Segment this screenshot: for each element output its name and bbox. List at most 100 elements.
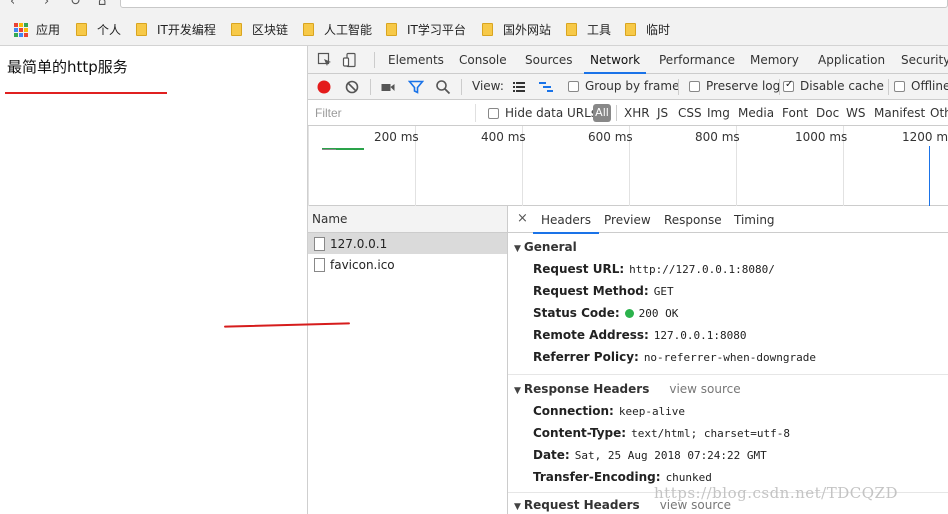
header-key: Referrer Policy: (533, 350, 639, 364)
request-list-header[interactable]: Name (308, 206, 507, 233)
tab-response[interactable]: Response (664, 213, 722, 227)
bookmark-folder[interactable]: IT开发编程 (136, 21, 216, 38)
disable-cache-checkbox[interactable]: Disable cache (783, 79, 884, 93)
browser-top-strip: ‹ › ↻ ⌂ (0, 0, 948, 10)
header-row: Date: Sat, 25 Aug 2018 07:24:22 GMT (508, 444, 948, 466)
tab-application[interactable]: Application (818, 53, 885, 67)
tab-memory[interactable]: Memory (750, 53, 799, 67)
request-row[interactable]: favicon.ico (308, 254, 507, 275)
filter-type-media[interactable]: Media (738, 106, 774, 120)
bookmark-folder[interactable]: 个人 (76, 21, 121, 38)
filter-input[interactable] (312, 104, 476, 122)
tab-sources[interactable]: Sources (525, 53, 572, 67)
header-row: Request Method: GET (508, 280, 948, 302)
filter-type-xhr[interactable]: XHR (624, 106, 650, 120)
bookmark-label: 临时 (646, 23, 671, 37)
device-toolbar-icon[interactable] (342, 52, 358, 68)
filter-type-js[interactable]: JS (657, 106, 668, 120)
offline-checkbox[interactable]: Offline (894, 79, 948, 93)
group-by-frame-checkbox[interactable]: Group by frame (568, 79, 679, 93)
tab-elements[interactable]: Elements (388, 53, 444, 67)
record-icon[interactable] (316, 79, 332, 95)
filter-type-all[interactable]: All (593, 104, 611, 122)
filter-type-doc[interactable]: Doc (816, 106, 839, 120)
checkbox-icon (894, 80, 905, 92)
bookmark-folder[interactable]: IT学习平台 (386, 21, 466, 38)
search-icon[interactable] (435, 79, 451, 95)
folder-icon (625, 23, 636, 36)
toolbar-separator (678, 79, 679, 95)
hide-data-urls-checkbox[interactable]: Hide data URLs (488, 106, 597, 120)
apps-grid-icon (14, 22, 28, 37)
folder-icon (231, 23, 242, 36)
tab-console[interactable]: Console (459, 53, 507, 67)
back-arrow-icon[interactable]: ‹ (10, 0, 15, 9)
folder-icon (482, 23, 493, 36)
folder-icon (136, 23, 147, 36)
reload-icon[interactable]: ↻ (70, 0, 81, 9)
home-icon[interactable]: ⌂ (98, 0, 106, 9)
request-detail-panel: × Headers Preview Response Timing ▼ Gener… (508, 206, 948, 514)
filter-type-font[interactable]: Font (782, 106, 808, 120)
address-bar[interactable] (120, 0, 948, 8)
network-overview-timeline[interactable]: 200 ms 400 ms 600 ms 800 ms 1000 ms 1200… (308, 126, 948, 206)
response-headers-toggle[interactable]: ▼ Response Headers view source (508, 379, 948, 400)
tab-security[interactable]: Security (901, 53, 948, 67)
section-title: Response Headers (523, 382, 650, 396)
preserve-log-checkbox[interactable]: Preserve log (689, 79, 780, 93)
filter-type-other[interactable]: Oth (930, 106, 948, 120)
header-row: Referrer Policy: no-referrer-when-downgra… (508, 346, 948, 368)
bookmark-folder[interactable]: 人工智能 (303, 21, 372, 38)
bookmark-label: 个人 (97, 23, 122, 37)
general-section-toggle[interactable]: ▼ General (508, 237, 948, 258)
tab-preview[interactable]: Preview (604, 213, 651, 227)
header-key: Transfer-Encoding: (533, 470, 661, 484)
header-value: text/html; charset=utf-8 (631, 427, 791, 440)
forward-arrow-icon[interactable]: › (44, 0, 49, 9)
header-key: Request URL: (533, 262, 625, 276)
view-source-link[interactable]: view source (669, 382, 740, 396)
tab-timing[interactable]: Timing (734, 213, 775, 227)
bookmark-folder[interactable]: 临时 (625, 21, 670, 38)
response-headers-section: ▼ Response Headers view source Connection:… (508, 375, 948, 493)
request-row[interactable]: 127.0.0.1 (308, 233, 507, 254)
timeline-tick-label: 800 ms (695, 130, 740, 144)
expand-triangle-icon: ▼ (514, 502, 521, 512)
header-value: chunked (665, 471, 712, 484)
capture-screenshots-icon[interactable] (380, 79, 396, 95)
filter-type-manifest[interactable]: Manifest (874, 106, 925, 120)
toolbar-separator (461, 79, 462, 95)
header-key: Content-Type: (533, 426, 627, 440)
filter-type-ws[interactable]: WS (846, 106, 865, 120)
large-rows-icon[interactable] (511, 79, 527, 95)
clear-icon[interactable] (344, 79, 360, 95)
bookmark-folder[interactable]: 工具 (566, 21, 611, 38)
timeline-load-marker (929, 146, 930, 206)
bookmark-folder[interactable]: 国外网站 (482, 21, 551, 38)
close-icon[interactable]: × (517, 211, 528, 226)
request-list: Name 127.0.0.1 favicon.ico (308, 206, 508, 514)
filter-icon[interactable] (408, 79, 424, 95)
view-label: View: (472, 79, 504, 93)
checkbox-checked-icon (783, 79, 794, 92)
document-icon (314, 257, 325, 272)
folder-icon (566, 23, 577, 36)
filter-type-css[interactable]: CSS (678, 106, 702, 120)
tab-headers[interactable]: Headers (533, 213, 599, 234)
tab-network[interactable]: Network (583, 53, 647, 74)
toolbar-separator (779, 79, 780, 95)
filter-type-img[interactable]: Img (707, 106, 730, 120)
request-name: 127.0.0.1 (330, 236, 388, 251)
timeline-tick-label: 600 ms (588, 130, 633, 144)
header-value: 200 OK (638, 307, 679, 320)
tab-performance[interactable]: Performance (659, 53, 735, 67)
hide-data-urls-label: Hide data URLs (505, 106, 598, 120)
header-row: Request URL: http://127.0.0.1:8080/ (508, 258, 948, 280)
timeline-request-bar (322, 149, 336, 150)
inspect-element-icon[interactable] (317, 52, 333, 68)
bookmark-folder[interactable]: 区块链 (231, 21, 288, 38)
header-value: GET (653, 285, 674, 298)
toolbar-separator (888, 79, 889, 95)
waterfall-overview-icon[interactable] (538, 79, 554, 95)
bookmark-apps[interactable]: 应用 (14, 21, 60, 38)
